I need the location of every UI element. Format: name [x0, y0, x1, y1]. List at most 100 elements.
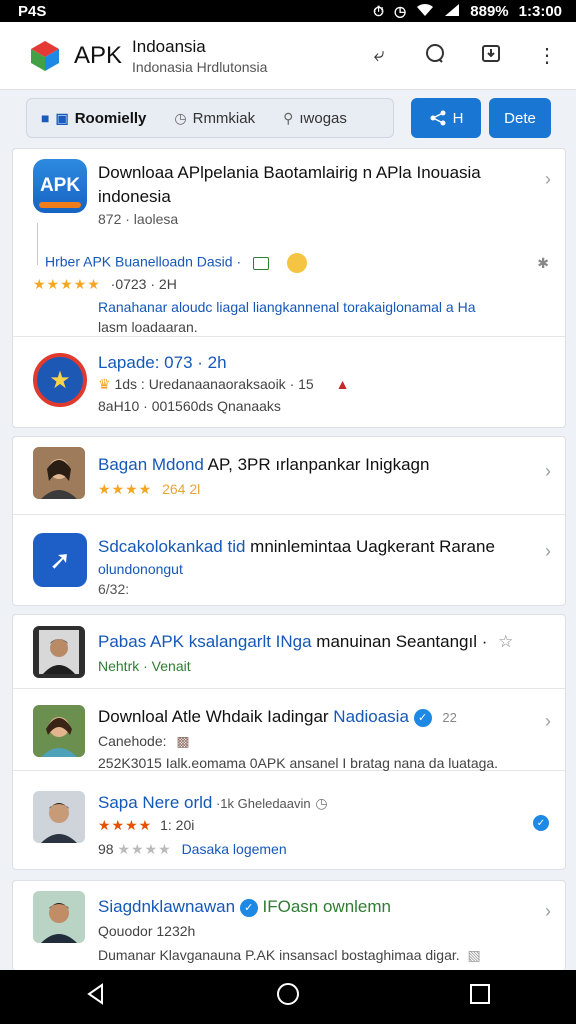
app-icon-blue: ➚ [33, 533, 87, 587]
chevron-right-icon: › [545, 901, 551, 921]
title-highlight: Pabas APK ksalangarlt INga [98, 632, 312, 651]
dete-button[interactable]: Dete [489, 98, 551, 138]
rating-text: 264 2l [162, 481, 201, 497]
settings-dot-icon[interactable]: ✱ [537, 255, 549, 272]
carrier-label: P4S [18, 2, 47, 20]
item-title: Bagan Mdond AP, 3PR ırlanpankar Inigkagn [98, 455, 429, 475]
app-actions: ⤶ ⋮ [366, 42, 560, 70]
avatar [33, 705, 85, 757]
bookmark-icon: ▣ [55, 109, 69, 126]
badge-num: 22 [442, 710, 457, 725]
time-text: 1:3:00 [518, 2, 562, 20]
item-link[interactable]: Hrber APK Buanelloadn Dasid · [45, 253, 307, 273]
list-item[interactable]: APK Downloaa APlpelania Baotamlairig n A… [13, 149, 565, 337]
share-button[interactable]: H [411, 98, 481, 138]
app-name: APK [74, 41, 123, 69]
meta-text: 1ds : Uredanaanaoraksaoik · 15 [114, 376, 314, 392]
title-highlight: Sapa Nere orld [98, 793, 213, 812]
rating-stars: ★★★★★ [33, 276, 101, 292]
list-item[interactable]: Downloal Atle Whdaik Iadingar Nadioasia … [13, 689, 565, 771]
verified-icon: ✓ [413, 708, 432, 727]
title-highlight: Siagdnklawnawan [98, 897, 236, 916]
app-bar: APK Indoansia Indonasia Hrdlutonsia ⤶ ⋮ [0, 22, 576, 90]
item-desc-line2: lasm loadaaran. [98, 319, 198, 335]
list-item[interactable]: ★ Lapade: 073 · 2h ♛ 1ds : Uredanaanaora… [13, 337, 565, 427]
title-highlight: Sdcakolokankad tid [98, 537, 246, 556]
card-1: APK Downloaa APlpelania Baotamlairig n A… [12, 148, 566, 428]
chevron-right-icon: › [545, 711, 551, 731]
rating-text: 1: 20i [160, 817, 195, 833]
alarm-icon: ⏱ [373, 2, 385, 19]
item-title-line2: indonesia [98, 187, 171, 206]
rating-stars: ★★★★ [98, 817, 153, 833]
list-item[interactable]: ➚ Sdcakolokankad tid mninlemintaa Uagker… [13, 515, 565, 605]
apk-app-icon: APK [33, 159, 87, 213]
sub-text[interactable]: Dasaka logemen [182, 841, 287, 857]
more-vert-icon[interactable]: ⋮ [534, 43, 560, 68]
item-title: Siagdnklawnawan ✓ IFOasn ownlemn [98, 897, 391, 917]
share-icon [430, 110, 446, 126]
divider [37, 223, 38, 265]
desc-text: Dumanar Klavganauna P.AK insansacl bosta… [98, 947, 460, 963]
gift-icon: ▩ [176, 733, 190, 749]
avatar [33, 891, 85, 943]
item-sub: 872 · laolesa [98, 211, 179, 227]
avatar [33, 791, 85, 843]
clock-icon: ◷ [394, 2, 407, 19]
item-desc: Dumanar Klavganauna P.AK insansacl bosta… [98, 947, 481, 964]
star-outline-icon[interactable]: ☆ [498, 632, 513, 651]
item-rating: ★★★★★ ·0723 · 2H [33, 276, 177, 293]
app-titles: Indoansia Indonasia Hrdlutonsia [132, 37, 267, 75]
clock-icon: ◷ [174, 109, 187, 126]
book-icon: ▧ [467, 947, 481, 963]
bookmark-icon: ■ [41, 110, 50, 126]
filter-chip-search[interactable]: ⚲ ıwogas [269, 99, 361, 137]
list-item[interactable]: Sapa Nere orld ·1k Gheledaavin ◷ ★★★★ 1:… [13, 771, 565, 869]
system-nav-bar [0, 970, 576, 1024]
unread-dot-icon: ✓ [533, 815, 549, 831]
avatar [33, 626, 85, 678]
filter-chip-roomielly[interactable]: ■ ▣ Roomielly [27, 99, 160, 137]
recents-square-icon[interactable] [450, 982, 510, 1013]
item-title: Sapa Nere orld ·1k Gheledaavin ◷ [98, 793, 328, 813]
download-icon[interactable] [478, 43, 504, 69]
emoji-icon [286, 253, 307, 273]
filter-bar: ■ ▣ Roomielly ◷ Rmmkiak ⚲ ıwogas [26, 98, 394, 138]
item-meta: 6/32: [98, 581, 130, 597]
title-rest: IFOasn ownlemn [257, 897, 392, 916]
list-item[interactable]: Bagan Mdond AP, 3PR ırlanpankar Inigkagn… [13, 437, 565, 515]
title-rest: Downloal Atle Whdaik Iadingar [98, 707, 334, 726]
chip-label: Roomielly [74, 109, 147, 127]
list-item[interactable]: Siagdnklawnawan ✓ IFOasn ownlemn › Qouod… [13, 881, 565, 971]
home-circle-icon[interactable] [258, 981, 318, 1014]
back-triangle-icon[interactable] [66, 982, 126, 1013]
avatar [33, 447, 85, 499]
card-2: Bagan Mdond AP, 3PR ırlanpankar Inigkagn… [12, 436, 566, 606]
list-item[interactable]: Pabas APK ksalangarlt INga manuinan Sean… [13, 615, 565, 689]
status-right: ⏱ ◷ 889% 1:3:00 [373, 3, 562, 20]
image-icon [253, 256, 269, 270]
item-meta: Canehode: ▩ [98, 733, 190, 750]
title-highlight: Nadioasia [333, 707, 409, 726]
chip-label: Rmmkiak [192, 109, 256, 127]
sub-prefix: 98 [98, 841, 114, 857]
status-bar: P4S ⏱ ◷ 889% 1:3:00 [0, 0, 576, 22]
title-rest: AP, 3PR ırlanpankar Inigkagn [203, 455, 430, 474]
filter-chip-rmmkiak[interactable]: ◷ Rmmkiak [160, 99, 269, 137]
rating-text: ·0723 · 2H [110, 276, 177, 292]
search-icon: ⚲ [283, 109, 294, 126]
back-arrow-icon[interactable]: ⤶ [366, 44, 392, 67]
item-rating: ★★★★ 1: 20i [98, 817, 194, 834]
app-title: Indoansia [132, 36, 206, 56]
title-highlight: Bagan Mdond [98, 455, 204, 474]
item-title: Pabas APK ksalangarlt INga manuinan Sean… [98, 632, 513, 652]
search-icon[interactable] [422, 42, 448, 70]
meta-text: Canehode: [98, 733, 167, 749]
link-text: Hrber APK Buanelloadn Dasid · [45, 253, 242, 270]
chevron-right-icon: › [545, 461, 551, 481]
chevron-right-icon: › [545, 541, 551, 561]
item-sub: 98 ★★★★ Dasaka logemen [98, 841, 287, 858]
rating-stars: ★★★★ [98, 481, 153, 497]
item-desc: 252K3015 Ialk.eomama 0APK ansanel I brat… [98, 755, 499, 771]
item-rating: ★★★★ 264 2l [98, 481, 200, 498]
